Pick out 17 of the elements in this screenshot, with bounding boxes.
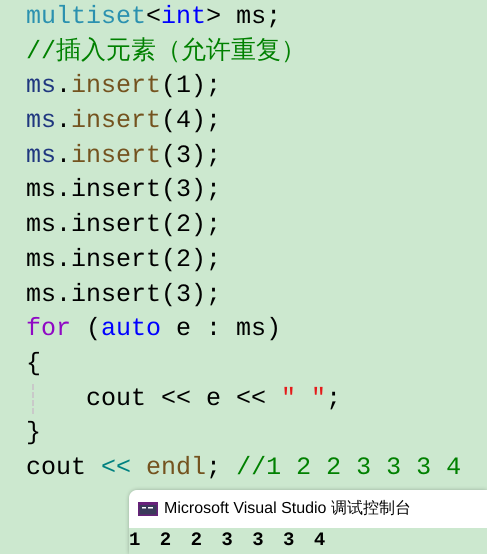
code-line: //插入元素（允许重复）: [26, 36, 306, 68]
code-line: ms.insert(3);: [26, 174, 222, 206]
code-line: ms.insert(3);: [26, 278, 222, 310]
code-line: ms.insert(2);: [26, 244, 222, 276]
code-line: ms.insert(2);: [26, 209, 222, 242]
console-title: Microsoft Visual Studio 调试控制台: [164, 498, 411, 519]
console-output: 1 2 2 3 3 3 4: [129, 528, 330, 552]
code-line: }: [26, 417, 42, 450]
console-icon: [138, 502, 158, 516]
code-line: cout << endl; //1 2 2 3 3 3 4: [26, 452, 462, 484]
code-line: ms.insert(1);: [26, 70, 222, 102]
code-line: for (auto e : ms): [26, 313, 282, 346]
code-line: cout << e << " ";: [86, 382, 342, 415]
code-line: multiset<int> ms;: [26, 1, 282, 33]
code-line: ms.insert(3);: [26, 140, 222, 172]
code-line: ms.insert(4);: [26, 105, 222, 138]
code-line: {: [26, 348, 42, 380]
